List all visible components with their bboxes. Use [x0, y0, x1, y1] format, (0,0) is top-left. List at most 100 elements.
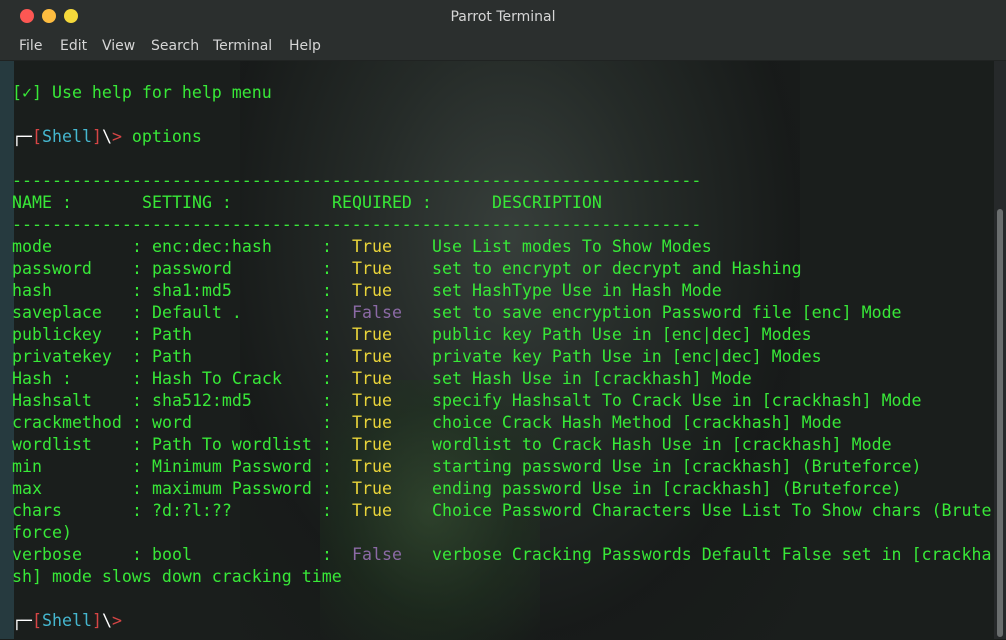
option-row: wordlist: Path To wordlist: True wordlist … — [12, 434, 992, 456]
option-row: Hash :: Hash To Crack: True set Hash Use i… — [12, 368, 992, 390]
option-separator: : — [322, 479, 332, 498]
menu-view[interactable]: View — [102, 38, 135, 54]
option-required: True — [352, 391, 392, 410]
option-setting: : Hash To Crack — [132, 369, 282, 388]
option-description: Use List modes To Show Modes — [432, 237, 712, 256]
prompt-bracket-open: [ — [31, 127, 42, 146]
terminal-output[interactable]: [✓] Use help for help menu ┌─[Shell]\> o… — [10, 61, 994, 639]
option-description: private key Path Use in [enc|dec] Modes — [432, 347, 822, 366]
prompt-corner: ┌─ — [12, 611, 32, 630]
option-required: False — [352, 545, 402, 564]
option-name: crackmethod — [12, 413, 122, 432]
menu-edit[interactable]: Edit — [60, 38, 87, 54]
option-row: max : maximum Password: True ending passwor… — [12, 478, 992, 500]
help-hint-line: [✓] Use help for help menu — [12, 83, 272, 102]
prompt-bracket-close: ] — [91, 127, 102, 146]
menu-terminal[interactable]: Terminal — [213, 38, 272, 54]
title-bar[interactable]: Parrot Terminal — [0, 0, 1006, 34]
option-row: Hashsalt: sha512:md5: True specify Hashsal… — [12, 390, 992, 412]
option-description: set Hash Use in [crackhash] Mode — [432, 369, 752, 388]
prompt-command: options — [121, 127, 202, 146]
option-description: specify Hashsalt To Crack Use in [crackh… — [432, 391, 922, 410]
option-name: publickey — [12, 325, 102, 344]
menu-file[interactable]: File — [19, 38, 42, 54]
option-row: hash : sha1:md5: True set HashType Use in H… — [12, 280, 992, 302]
option-name: min — [12, 457, 42, 476]
option-name: saveplace — [12, 303, 102, 322]
option-setting: : ?d:?l:?? — [132, 501, 232, 520]
option-name: max — [12, 479, 42, 498]
option-name: privatekey — [12, 347, 112, 366]
option-description: starting password Use in [crackhash] (Br… — [432, 457, 922, 476]
option-separator: : — [322, 237, 332, 256]
option-separator: : — [322, 457, 332, 476]
option-row: verbose: bool: False verbose Cracking Pass… — [12, 544, 992, 566]
prompt-shell-name: Shell — [41, 611, 92, 630]
option-required: True — [352, 281, 392, 300]
option-required: True — [352, 237, 392, 256]
option-setting: : Path To wordlist — [132, 435, 312, 454]
option-name: hash — [12, 281, 52, 300]
option-required: True — [352, 457, 392, 476]
option-description: set to save encryption Password file [en… — [432, 303, 902, 322]
option-row: publickey: Path: True public key Path Use … — [12, 324, 992, 346]
option-description: set to encrypt or decrypt and Hashing — [432, 259, 802, 278]
option-name: Hash : — [12, 369, 72, 388]
option-separator: : — [322, 259, 332, 278]
option-setting: : enc:dec:hash — [132, 237, 272, 256]
option-setting: : sha1:md5 — [132, 281, 232, 300]
option-row: password : password: True set to encrypt or… — [12, 258, 992, 280]
prompt-bracket-close: ] — [91, 611, 102, 630]
option-required: True — [352, 347, 392, 366]
option-row: mode : enc:dec:hash: True Use List modes To… — [12, 236, 992, 258]
option-separator: : — [322, 413, 332, 432]
option-description: Choice Password Characters Use List To S… — [432, 501, 992, 520]
option-row: crackmethod: word: True choice Crack Hash … — [12, 412, 992, 434]
option-description: wordlist to Crack Hash Use in [crackhash… — [432, 435, 892, 454]
option-separator: : — [322, 325, 332, 344]
option-name: verbose — [12, 545, 82, 564]
option-row: saveplace: Default .: False set to save en… — [12, 302, 992, 324]
option-required: True — [352, 501, 392, 520]
header-description: DESCRIPTION — [492, 193, 602, 212]
scrollbar-thumb[interactable] — [997, 209, 1003, 637]
prompt-shell-name: Shell — [41, 127, 92, 146]
option-row: chars : ?d:?l:??: True Choice Password Char… — [12, 500, 992, 522]
option-separator: : — [322, 303, 332, 322]
option-description: ending password Use in [crackhash] (Brut… — [432, 479, 902, 498]
option-setting: : password — [132, 259, 232, 278]
menu-help[interactable]: Help — [289, 38, 321, 54]
window-title: Parrot Terminal — [450, 9, 556, 25]
header-required: REQUIRED : — [332, 193, 432, 212]
option-name: password — [12, 259, 92, 278]
prompt-backslash: \ — [101, 127, 112, 146]
prompt-bracket-open: [ — [31, 611, 42, 630]
option-required: True — [352, 479, 392, 498]
option-required: False — [352, 303, 402, 322]
vertical-scrollbar[interactable] — [994, 61, 1006, 639]
wrapped-text-chars: force) — [12, 523, 72, 542]
menu-search[interactable]: Search — [151, 38, 199, 54]
prompt-corner: ┌─ — [12, 127, 32, 146]
option-setting: : maximum Password — [132, 479, 312, 498]
option-setting: : Path — [132, 325, 192, 344]
option-row: min: Minimum Password: True starting passw… — [12, 456, 992, 478]
option-separator: : — [322, 435, 332, 454]
option-setting: : sha512:md5 — [132, 391, 252, 410]
option-required: True — [352, 369, 392, 388]
option-setting: : word — [132, 413, 192, 432]
separator-line: ----------------------------------------… — [12, 215, 702, 234]
prompt-backslash: \ — [101, 611, 112, 630]
option-description: verbose Cracking Passwords Default False… — [432, 545, 992, 564]
option-row: privatekey: Path: True private key Path Us… — [12, 346, 992, 368]
option-required: True — [352, 325, 392, 344]
header-setting: SETTING : — [142, 193, 232, 212]
header-name: NAME : — [12, 193, 72, 212]
option-required: True — [352, 259, 392, 278]
option-separator: : — [322, 281, 332, 300]
option-name: chars — [12, 501, 62, 520]
option-description: set HashType Use in Hash Mode — [432, 281, 722, 300]
wrapped-text-verbose: sh] mode slows down cracking time — [12, 567, 342, 586]
option-name: mode — [12, 237, 52, 256]
option-separator: : — [322, 501, 332, 520]
